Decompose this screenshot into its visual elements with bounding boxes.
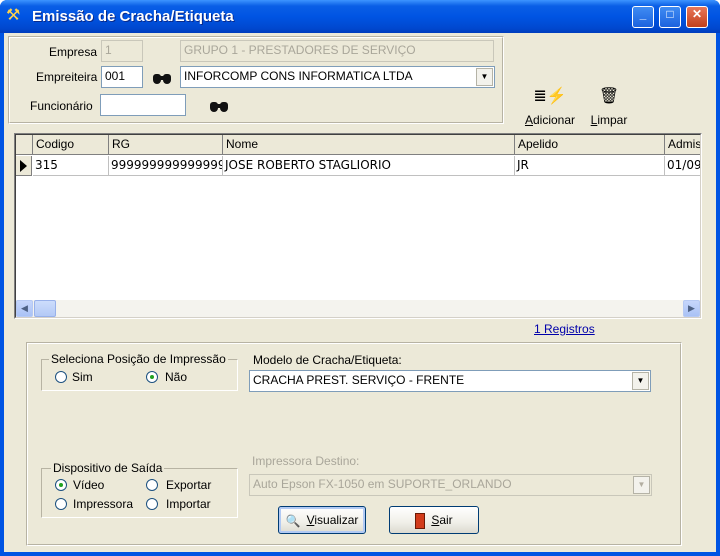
empreiteira-label: Empreiteira: [36, 70, 98, 84]
radio-impressora[interactable]: [55, 498, 67, 510]
app-icon: ⚒: [6, 7, 21, 24]
record-count-link[interactable]: 1 Registros: [534, 322, 595, 336]
print-position-legend: Seleciona Posição de Impressão: [49, 352, 228, 366]
empresa-label: Empresa: [49, 45, 98, 59]
table-cell[interactable]: JR: [515, 156, 665, 176]
app-window: ⚒ Emissão de Cracha/Etiqueta _ □ ✕ Empre…: [0, 0, 720, 556]
adicionar-label: dicionar: [532, 113, 576, 127]
scroll-left-icon[interactable]: ◀: [16, 300, 33, 317]
empreiteira-select[interactable]: INFORCOMP CONS INFORMATICA LTDA ▼: [180, 66, 495, 88]
exit-door-icon: [415, 512, 426, 529]
table-cell[interactable]: 01/09: [665, 156, 700, 176]
sair-button[interactable]: Sair: [389, 506, 479, 534]
window-title: Emissão de Cracha/Etiqueta: [32, 8, 234, 25]
magnifier-icon: 🔍: [285, 513, 301, 528]
maximize-icon: □: [666, 7, 674, 21]
table-cell[interactable]: 315: [33, 156, 109, 176]
column-header-codigo[interactable]: Codigo: [33, 135, 109, 155]
visualizar-button[interactable]: 🔍 Visualizar: [278, 506, 366, 534]
close-icon: ✕: [691, 7, 703, 21]
column-header-nome[interactable]: Nome: [223, 135, 515, 155]
radio-sim-label[interactable]: Sim: [72, 370, 93, 384]
printer-select-value: Auto Epson FX-1050 em SUPORTE_ORLANDO: [253, 477, 512, 491]
grid-corner: [16, 135, 33, 155]
funcionario-field[interactable]: [100, 94, 186, 116]
column-header-rg[interactable]: RG: [109, 135, 223, 155]
client-area: Empresa 1 GRUPO 1 - PRESTADORES DE SERVI…: [4, 33, 716, 552]
scroll-right-icon[interactable]: ▶: [683, 300, 700, 317]
empresa-code-field[interactable]: 1: [101, 40, 143, 62]
adicionar-accel: A: [524, 113, 533, 127]
minimize-button[interactable]: _: [632, 6, 654, 28]
chevron-down-icon[interactable]: ▼: [476, 68, 493, 86]
empresa-name-field[interactable]: GRUPO 1 - PRESTADORES DE SERVIÇO: [180, 40, 494, 62]
scroll-thumb[interactable]: [34, 300, 56, 317]
radio-importar[interactable]: [146, 498, 158, 510]
model-label: Modelo de Cracha/Etiqueta:: [253, 353, 402, 367]
radio-video[interactable]: [55, 479, 67, 491]
printer-label: Impressora Destino:: [252, 454, 360, 468]
title-bar[interactable]: ⚒ Emissão de Cracha/Etiqueta _ □ ✕: [0, 0, 720, 33]
empreiteira-select-value: INFORCOMP CONS INFORMATICA LTDA: [184, 69, 413, 83]
sair-label: air: [439, 513, 453, 527]
add-list-icon: ≣⚡: [533, 88, 567, 105]
model-select-value: CRACHA PREST. SERVIÇO - FRENTE: [253, 373, 465, 387]
maximize-button[interactable]: □: [659, 6, 681, 28]
chevron-down-icon[interactable]: ▼: [633, 476, 650, 494]
adicionar-button[interactable]: ≣⚡ Adicionar: [520, 87, 580, 127]
radio-video-label[interactable]: Vídeo: [73, 478, 104, 492]
radio-impressora-label[interactable]: Impressora: [73, 497, 133, 511]
horizontal-scrollbar[interactable]: ◀ ▶: [16, 300, 700, 317]
minimize-icon: _: [639, 7, 647, 21]
visualizar-label: isualizar: [314, 513, 359, 527]
model-select[interactable]: CRACHA PREST. SERVIÇO - FRENTE ▼: [249, 370, 651, 392]
binoculars-search-icon[interactable]: [153, 71, 171, 85]
radio-exportar-label[interactable]: Exportar: [166, 478, 211, 492]
funcionario-label: Funcionário: [30, 99, 93, 113]
employee-grid[interactable]: Codigo RG Nome Apelido Admis 315 9999999…: [14, 133, 702, 319]
output-device-legend: Dispositivo de Saída: [51, 461, 165, 475]
binoculars-search-icon[interactable]: [210, 99, 228, 113]
row-indicator-icon: [16, 156, 32, 176]
empreiteira-code-field[interactable]: 001: [101, 66, 143, 88]
column-header-admis[interactable]: Admis: [665, 135, 700, 155]
column-header-apelido[interactable]: Apelido: [515, 135, 665, 155]
trash-icon: 🗑: [598, 88, 620, 105]
limpar-button[interactable]: 🗑 Limpar: [589, 87, 629, 127]
close-button[interactable]: ✕: [686, 6, 708, 28]
printer-select[interactable]: Auto Epson FX-1050 em SUPORTE_ORLANDO ▼: [249, 474, 652, 496]
radio-nao-label[interactable]: Não: [165, 370, 187, 384]
radio-exportar[interactable]: [146, 479, 158, 491]
limpar-label: impar: [597, 113, 628, 127]
table-cell[interactable]: 999999999999999: [109, 156, 223, 176]
radio-importar-label[interactable]: Importar: [166, 497, 211, 511]
chevron-down-icon[interactable]: ▼: [632, 372, 649, 390]
radio-nao[interactable]: [146, 371, 158, 383]
radio-sim[interactable]: [55, 371, 67, 383]
table-cell[interactable]: JOSE ROBERTO STAGLIORIO: [223, 156, 515, 176]
